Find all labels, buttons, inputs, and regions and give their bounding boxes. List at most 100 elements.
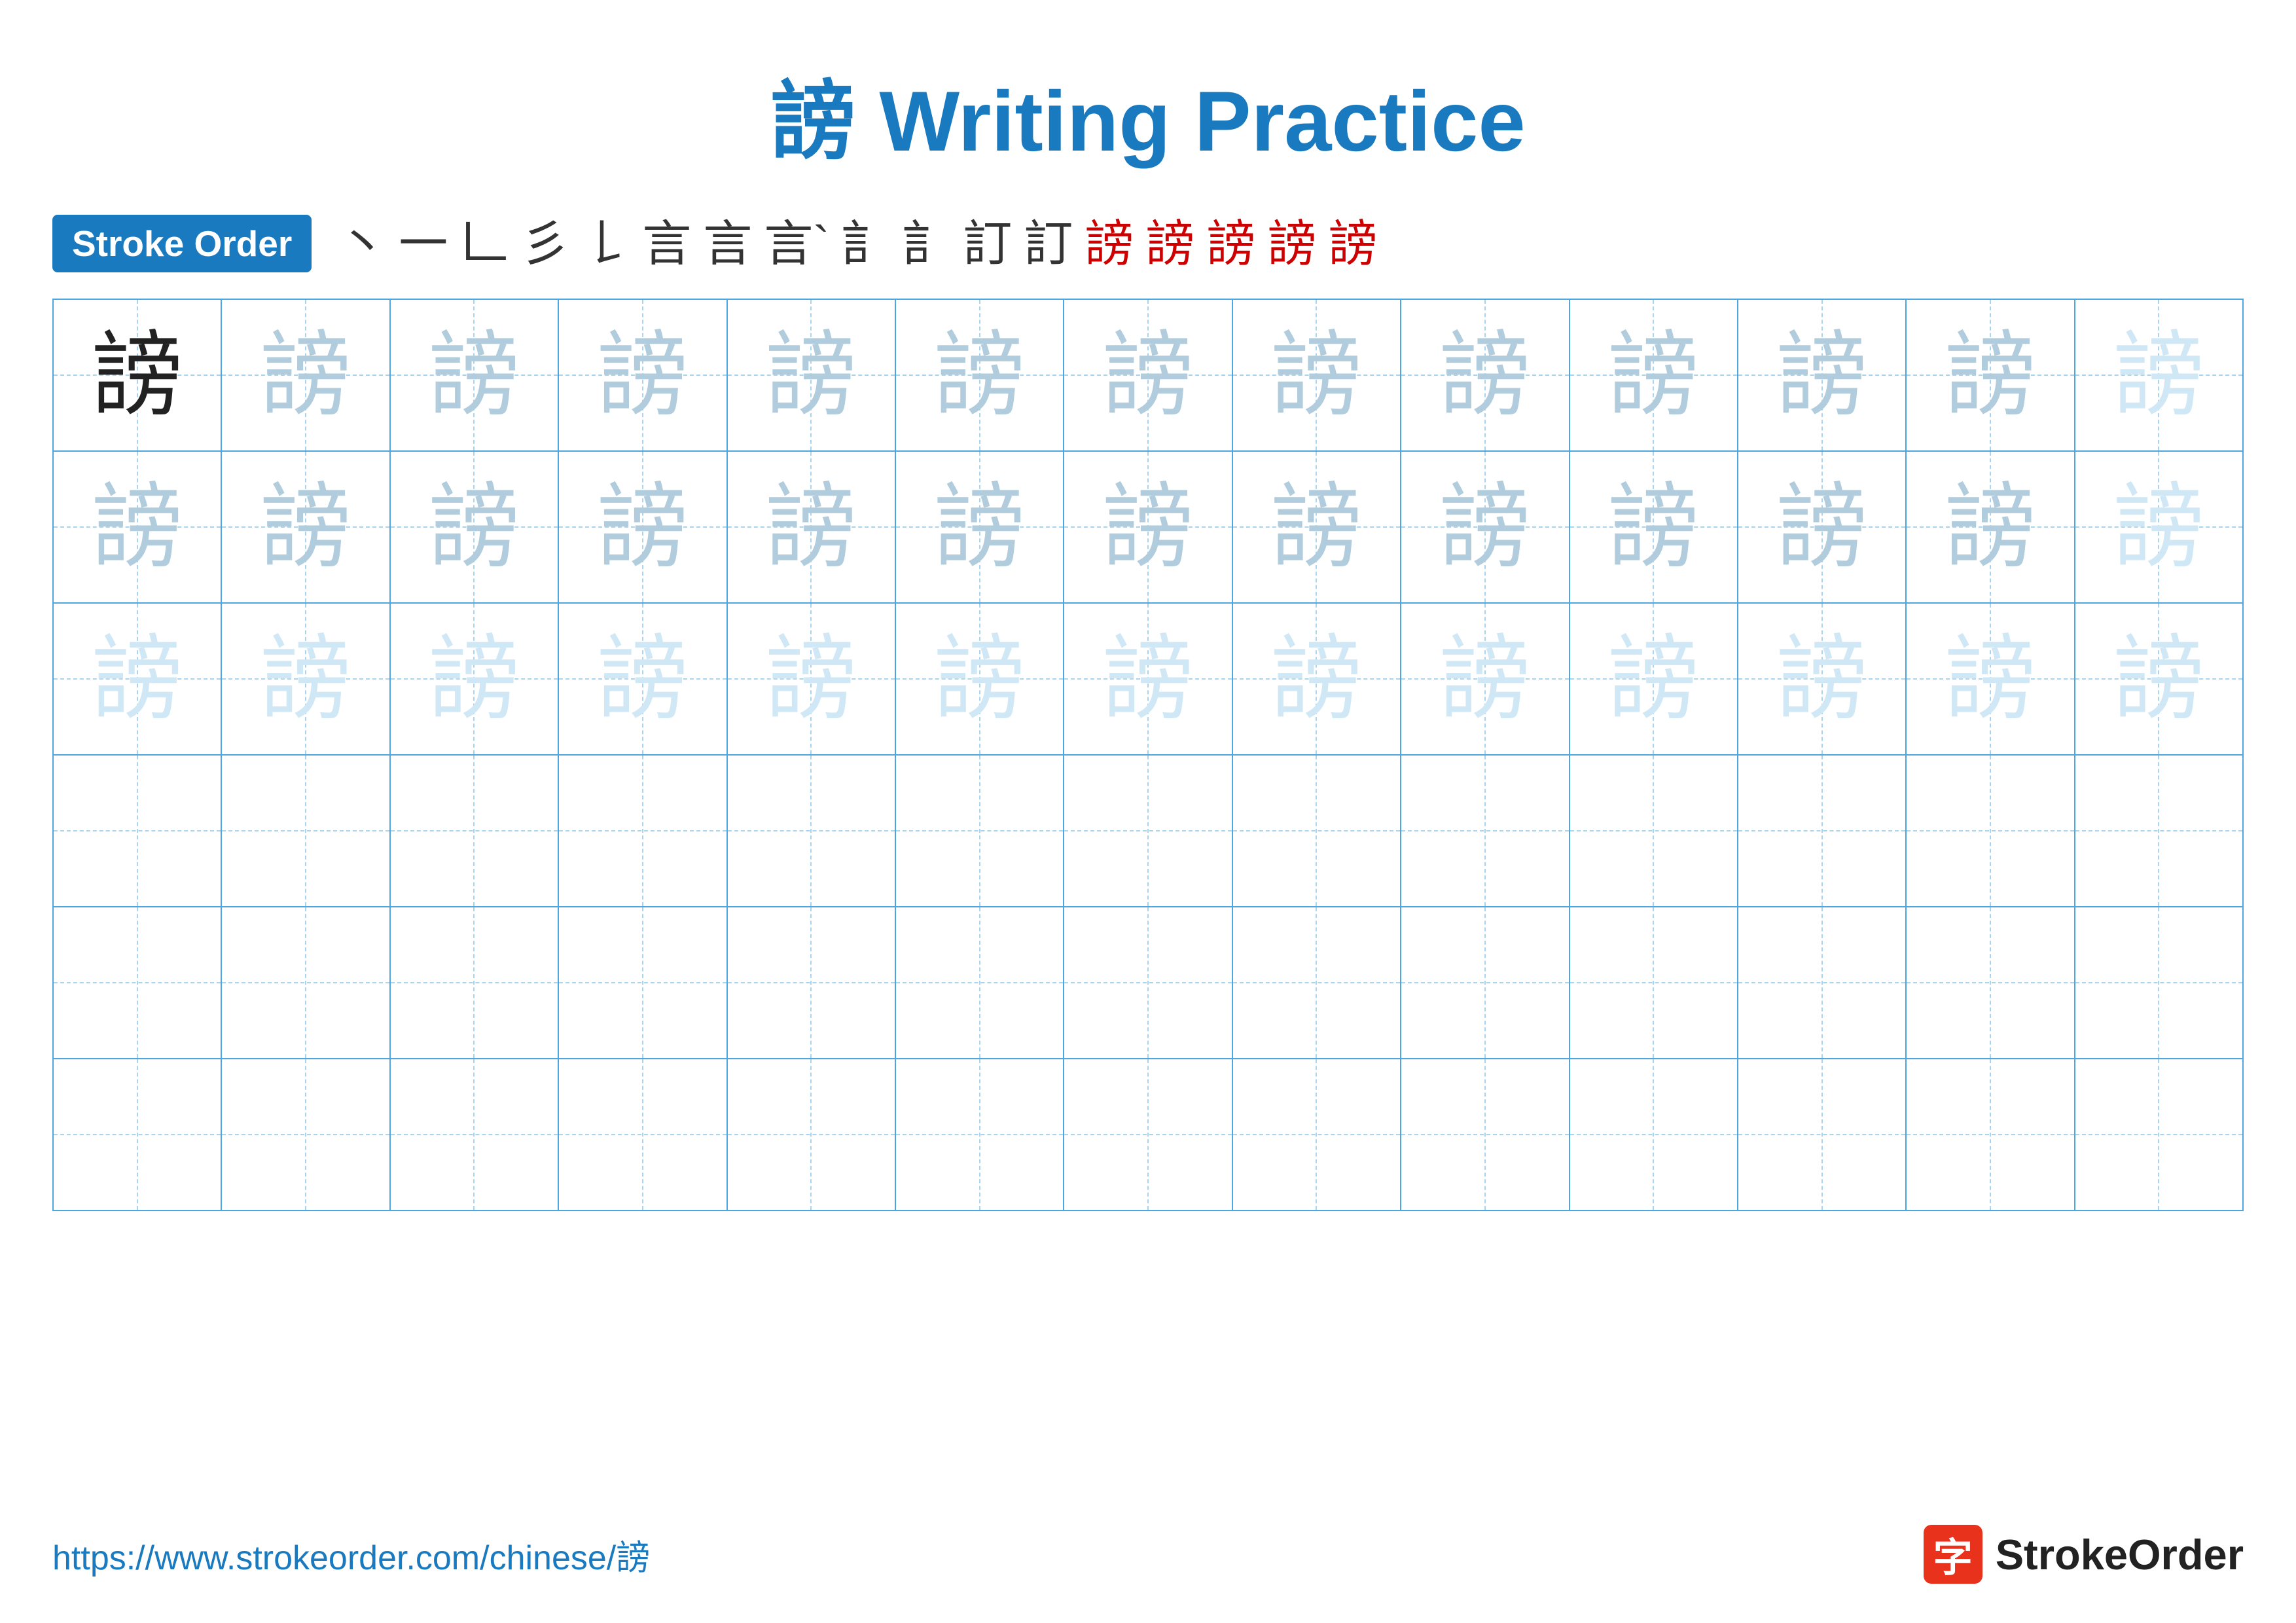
cell-1-3: 謗 — [391, 300, 559, 450]
char-medium: 謗 — [1945, 329, 2036, 421]
cell-1-10: 謗 — [1570, 300, 1738, 450]
cell-3-2: 謗 — [222, 604, 390, 754]
practice-grid-container: 謗 謗 謗 謗 謗 謗 謗 謗 謗 謗 謗 謗 謗 謗 謗 謗 謗 謗 謗 謗 … — [0, 299, 2296, 1211]
footer-url: https://www.strokeorder.com/chinese/謗 — [52, 1530, 650, 1579]
stroke-7: 言 — [703, 219, 752, 268]
cell-4-7 — [1064, 756, 1232, 906]
cell-2-5: 謗 — [728, 452, 896, 602]
stroke-4: 彡 — [520, 219, 569, 268]
cell-4-3 — [391, 756, 559, 906]
logo-text: StrokeOrder — [1996, 1530, 2244, 1579]
cell-5-12 — [1907, 907, 2075, 1058]
char-medium: 謗 — [765, 329, 857, 421]
char-medium: 謗 — [1439, 329, 1531, 421]
cell-1-4: 謗 — [559, 300, 727, 450]
footer: https://www.strokeorder.com/chinese/謗 字 … — [52, 1525, 2244, 1584]
cell-2-2: 謗 — [222, 452, 390, 602]
cell-6-5 — [728, 1059, 896, 1210]
char-light: 謗 — [92, 633, 183, 725]
stroke-11: 訂 — [963, 219, 1012, 268]
char-light: 謗 — [765, 633, 857, 725]
practice-grid: 謗 謗 謗 謗 謗 謗 謗 謗 謗 謗 謗 謗 謗 謗 謗 謗 謗 謗 謗 謗 … — [52, 299, 2244, 1211]
footer-logo: 字 StrokeOrder — [1924, 1525, 2244, 1584]
stroke-5: 𠄌 — [581, 219, 630, 268]
char-light: 謗 — [1102, 633, 1194, 725]
char-medium: 謗 — [1776, 329, 1868, 421]
cell-1-5: 謗 — [728, 300, 896, 450]
cell-3-13: 謗 — [2075, 604, 2242, 754]
cell-5-1 — [54, 907, 222, 1058]
cell-3-9: 謗 — [1401, 604, 1570, 754]
char-light: 謗 — [260, 633, 351, 725]
char-light: 謗 — [1270, 633, 1362, 725]
cell-3-11: 謗 — [1738, 604, 1907, 754]
cell-6-8 — [1233, 1059, 1401, 1210]
grid-row-1: 謗 謗 謗 謗 謗 謗 謗 謗 謗 謗 謗 謗 謗 — [54, 300, 2242, 452]
cell-1-8: 謗 — [1233, 300, 1401, 450]
cell-3-8: 謗 — [1233, 604, 1401, 754]
char-medium: 謗 — [428, 329, 520, 421]
grid-row-3: 謗 謗 謗 謗 謗 謗 謗 謗 謗 謗 謗 謗 謗 — [54, 604, 2242, 756]
stroke-12: 訂 — [1024, 219, 1073, 268]
char-light: 謗 — [597, 633, 689, 725]
cell-5-2 — [222, 907, 390, 1058]
stroke-6: 言 — [642, 219, 691, 268]
cell-4-13 — [2075, 756, 2242, 906]
cell-5-9 — [1401, 907, 1570, 1058]
cell-5-6 — [896, 907, 1064, 1058]
cell-2-12: 謗 — [1907, 452, 2075, 602]
cell-6-1 — [54, 1059, 222, 1210]
cell-1-7: 謗 — [1064, 300, 1232, 450]
cell-6-7 — [1064, 1059, 1232, 1210]
cell-5-4 — [559, 907, 727, 1058]
cell-4-12 — [1907, 756, 2075, 906]
char-dark: 謗 — [92, 329, 183, 421]
page-title: 謗 Writing Practice — [0, 0, 2296, 202]
char-medium: 謗 — [1270, 329, 1362, 421]
title-text: 謗 Writing Practice — [770, 73, 1525, 169]
stroke-sequence: 丶 一 𠃊 彡 𠄌 言 言 言` 訁 訁 訂 訂 謗 謗 謗 謗 謗 — [338, 219, 1377, 268]
char-medium: 謗 — [92, 481, 183, 573]
cell-2-9: 謗 — [1401, 452, 1570, 602]
cell-6-9 — [1401, 1059, 1570, 1210]
cell-4-9 — [1401, 756, 1570, 906]
stroke-3: 𠃊 — [459, 219, 509, 268]
cell-5-13 — [2075, 907, 2242, 1058]
cell-6-10 — [1570, 1059, 1738, 1210]
char-medium: 謗 — [428, 481, 520, 573]
cell-3-10: 謗 — [1570, 604, 1738, 754]
stroke-17: 謗 — [1328, 219, 1377, 268]
char-medium: 謗 — [1776, 481, 1868, 573]
cell-6-12 — [1907, 1059, 2075, 1210]
cell-4-1 — [54, 756, 222, 906]
cell-4-8 — [1233, 756, 1401, 906]
grid-row-4 — [54, 756, 2242, 907]
char-medium: 謗 — [1102, 329, 1194, 421]
char-medium: 謗 — [1270, 481, 1362, 573]
stroke-1: 丶 — [338, 219, 387, 268]
cell-2-3: 謗 — [391, 452, 559, 602]
cell-1-1: 謗 — [54, 300, 222, 450]
cell-4-11 — [1738, 756, 1907, 906]
cell-6-4 — [559, 1059, 727, 1210]
cell-3-6: 謗 — [896, 604, 1064, 754]
char-light: 謗 — [2113, 329, 2204, 421]
cell-6-13 — [2075, 1059, 2242, 1210]
stroke-14: 謗 — [1145, 219, 1194, 268]
grid-row-6 — [54, 1059, 2242, 1210]
cell-1-2: 謗 — [222, 300, 390, 450]
char-light: 謗 — [2113, 633, 2204, 725]
char-medium: 謗 — [260, 329, 351, 421]
stroke-16: 謗 — [1267, 219, 1316, 268]
cell-3-3: 謗 — [391, 604, 559, 754]
cell-5-11 — [1738, 907, 1907, 1058]
cell-5-7 — [1064, 907, 1232, 1058]
char-medium: 謗 — [597, 329, 689, 421]
char-medium: 謗 — [934, 329, 1026, 421]
cell-1-12: 謗 — [1907, 300, 2075, 450]
stroke-15: 謗 — [1206, 219, 1255, 268]
char-medium: 謗 — [1945, 481, 2036, 573]
char-light: 謗 — [1945, 633, 2036, 725]
cell-3-7: 謗 — [1064, 604, 1232, 754]
char-medium: 謗 — [1607, 329, 1699, 421]
